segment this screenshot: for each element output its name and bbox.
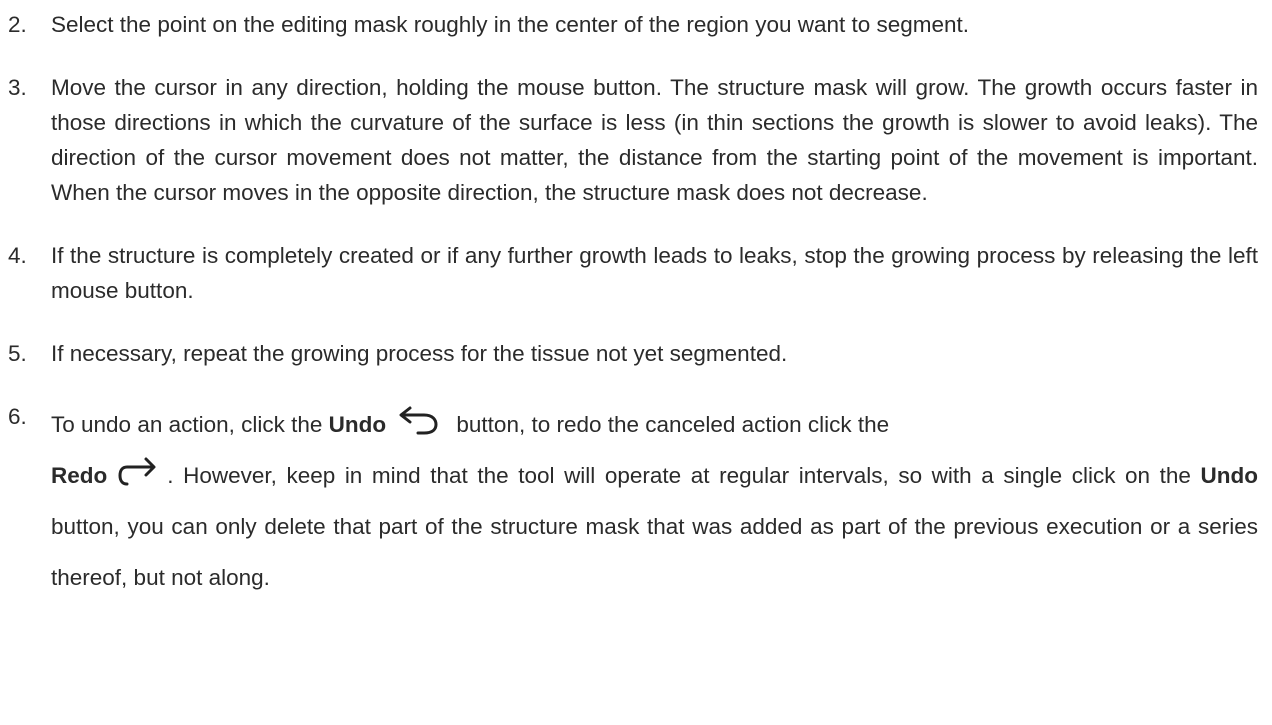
step-text: To undo an action, click the bbox=[51, 412, 329, 437]
undo-keyword: Undo bbox=[328, 412, 387, 437]
document-page: 2. Select the point on the editing mask … bbox=[0, 0, 1272, 725]
step-number: 6. bbox=[8, 404, 27, 429]
step-2: 2. Select the point on the editing mask … bbox=[8, 7, 1258, 42]
step-number: 3. bbox=[8, 75, 27, 100]
redo-icon bbox=[117, 456, 157, 486]
step-number: 5. bbox=[8, 341, 27, 366]
step-text: button, you can only delete that part of… bbox=[51, 514, 1258, 590]
step-3: 3. Move the cursor in any direction, hol… bbox=[8, 70, 1258, 210]
step-5: 5. If necessary, repeat the growing proc… bbox=[8, 336, 1258, 371]
step-text: If the structure is completely created o… bbox=[51, 243, 1258, 303]
undo-icon bbox=[396, 405, 440, 435]
step-text: Select the point on the editing mask rou… bbox=[51, 12, 970, 37]
instruction-list: 2. Select the point on the editing mask … bbox=[8, 7, 1258, 631]
step-6-first-line: To undo an action, click the Undo button… bbox=[51, 399, 889, 450]
undo-keyword: Undo bbox=[1200, 463, 1258, 488]
step-6: 6. To undo an action, click the Undo but… bbox=[8, 399, 1258, 603]
step-text: If necessary, repeat the growing process… bbox=[51, 341, 788, 366]
step-6-second-line: Redo . However, keep in mind that the too… bbox=[51, 450, 1258, 603]
step-text: button, to redo the canceled action clic… bbox=[450, 412, 890, 437]
redo-keyword: Redo bbox=[51, 463, 108, 488]
step-text: . However, keep in mind that the tool wi… bbox=[167, 463, 1201, 488]
step-text: Move the cursor in any direction, holdin… bbox=[51, 75, 1258, 205]
step-number: 4. bbox=[8, 243, 27, 268]
step-number: 2. bbox=[8, 12, 27, 37]
step-4: 4. If the structure is completely create… bbox=[8, 238, 1258, 308]
